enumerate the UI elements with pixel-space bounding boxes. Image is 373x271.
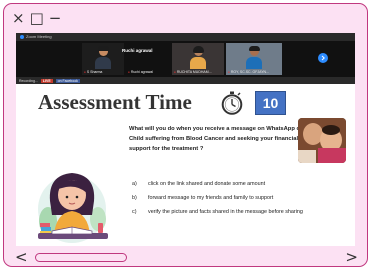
participant-tile[interactable]: ROY, SC.SC. OFJAYN... (226, 43, 282, 75)
slide-title: Assessment Time (38, 90, 192, 114)
zoom-title-bar: Zoom Meeting (16, 33, 355, 41)
horizontal-scrollbar[interactable]: < > (15, 248, 358, 266)
option-key: b) (132, 195, 137, 201)
participant-name: S Sharma (84, 70, 103, 74)
scrollbar-thumb[interactable] (35, 253, 127, 262)
option-key: a) (132, 181, 137, 187)
timer-value: 10 (255, 91, 286, 115)
participant-avatar (246, 46, 262, 69)
option-text: verify the picture and facts shared in t… (148, 209, 303, 215)
live-badge[interactable]: LIVE (40, 78, 53, 83)
participant-name: ROY, SC.SC. OFJAYN... (228, 70, 269, 74)
question-text: What will you do when you receive a mess… (129, 126, 307, 152)
participant-name: Ruchi agrawal (128, 70, 153, 74)
close-icon[interactable]: × (12, 10, 25, 26)
zoom-app-title: Zoom Meeting (26, 34, 52, 39)
scroll-left-arrow[interactable]: < (15, 248, 28, 266)
shared-slide: Assessment Time 10 What will you do when… (16, 84, 355, 246)
browser-window: × □ − Zoom Meeting S Sharma Ruchi agrawa… (3, 3, 368, 267)
stopwatch-icon (221, 91, 243, 115)
option-c[interactable]: c) verify the picture and facts shared i… (132, 205, 354, 219)
participant-avatar (95, 46, 111, 69)
zoom-meeting-screen: Zoom Meeting S Sharma Ruchi agrawal Ruch… (16, 33, 355, 246)
option-text: click on the link shared and donate some… (148, 181, 266, 187)
maximize-icon[interactable]: □ (30, 10, 44, 26)
window-titlebar: × □ − (4, 4, 367, 32)
option-b[interactable]: b) forward message to my friends and fam… (132, 191, 354, 205)
video-strip: S Sharma Ruchi agrawal Ruchi agrawal RUC… (16, 41, 355, 77)
participant-name: RUCHITA MUDHAM... (174, 70, 212, 74)
option-a[interactable]: a) click on the link shared and donate s… (132, 177, 354, 191)
girl-studying-illustration (38, 173, 108, 243)
next-page-icon[interactable] (318, 53, 328, 63)
recording-bar: Recording... LIVE on Facebook (16, 77, 355, 84)
recording-label: Recording... (19, 78, 38, 83)
child-photo (298, 118, 346, 163)
facebook-badge[interactable]: on Facebook (55, 78, 80, 83)
zoom-logo-icon (20, 35, 24, 39)
scroll-right-arrow[interactable]: > (345, 248, 358, 266)
minimize-icon[interactable]: − (49, 10, 62, 26)
active-speaker-name: Ruchi agrawal (122, 48, 153, 53)
participant-tile[interactable]: S Sharma (82, 43, 124, 75)
option-text: forward message to my friends and family… (148, 195, 274, 201)
participant-avatar (190, 46, 206, 69)
option-key: c) (132, 209, 137, 215)
participant-tile[interactable]: RUCHITA MUDHAM... (172, 43, 224, 75)
answer-options: a) click on the link shared and donate s… (132, 177, 354, 219)
